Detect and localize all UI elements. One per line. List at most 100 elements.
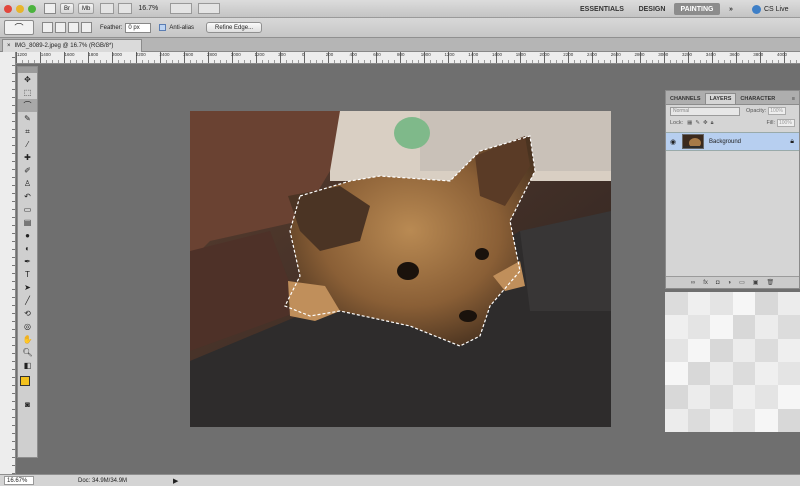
path-selection-tool-icon[interactable]: ➤	[18, 281, 37, 294]
hand-tool-icon[interactable]	[118, 3, 133, 14]
tool-preset-picker[interactable]: ⌒	[4, 20, 34, 35]
status-menu-arrow-icon[interactable]: ▶	[173, 477, 178, 485]
refine-edge-button[interactable]: Refine Edge...	[206, 22, 263, 33]
ruler-mark: 1600	[492, 52, 503, 57]
close-tab-icon[interactable]: ×	[7, 43, 11, 49]
fill-input[interactable]: 100%	[777, 119, 795, 127]
screen-mode-icon[interactable]	[198, 3, 221, 14]
history-brush-tool-icon[interactable]: ↶	[18, 190, 37, 203]
tab-channels[interactable]: CHANNELS	[666, 94, 705, 104]
ruler-mark: 800	[397, 52, 405, 57]
layer-style-icon[interactable]: fx	[703, 280, 708, 286]
gradient-tool-icon[interactable]: ▤	[18, 216, 37, 229]
workspace-essentials[interactable]: ESSENTIALS	[574, 3, 630, 15]
blur-cell	[777, 292, 800, 316]
blur-cell	[755, 338, 778, 362]
more-workspaces-icon[interactable]: »	[724, 3, 738, 15]
options-bar: ⌒ Feather: 0 px Anti-alias Refine Edge..…	[0, 18, 800, 38]
lasso-tool-icon[interactable]: ⌒	[18, 99, 37, 112]
new-layer-icon[interactable]: ▣	[753, 279, 759, 286]
3d-orbit-tool-icon[interactable]: ◎	[18, 320, 37, 333]
zoom-tool-icon[interactable]: 🔍︎	[18, 346, 37, 359]
quick-mask-icon[interactable]: ◙	[18, 398, 37, 411]
cs-live-menu[interactable]: CS Live	[752, 3, 789, 15]
foreground-color-swatch[interactable]	[20, 376, 30, 386]
eyedropper-tool-icon[interactable]: ⁄	[18, 138, 37, 151]
feather-input[interactable]: 0 px	[125, 22, 152, 33]
document-tab-bar: × IMG_8089-2.jpeg @ 16.7% (RGB/8*)	[0, 38, 800, 52]
ruler-mark: 2200	[563, 52, 574, 57]
ruler-mark: 200	[325, 52, 334, 57]
blend-row: Normal Opacity: 100%	[666, 105, 799, 117]
arrange-documents-icon[interactable]	[170, 3, 193, 14]
blur-cell	[732, 385, 755, 409]
blur-cell	[732, 338, 755, 362]
opacity-input[interactable]: 100%	[768, 107, 787, 115]
horizontal-ruler[interactable]: 1200 1400 1600 1800 2000 2200 2400 2600 2800 3000…	[16, 52, 800, 64]
blur-cell	[687, 385, 710, 409]
blur-cell	[710, 385, 733, 409]
pen-tool-icon[interactable]: ✒	[18, 255, 37, 268]
brush-tool-icon[interactable]: ✐	[18, 164, 37, 177]
ruler-mark: 1600	[64, 52, 75, 57]
quick-selection-tool-icon[interactable]: ✎	[18, 112, 37, 125]
zoom-window-button[interactable]	[28, 4, 36, 13]
status-zoom-field[interactable]: 16.67%	[4, 476, 34, 485]
adjustment-layer-icon[interactable]: ◑	[727, 280, 731, 286]
move-tool-icon[interactable]: ✥	[18, 73, 37, 86]
ruler-mark: 1800	[515, 52, 526, 57]
document-tab[interactable]: × IMG_8089-2.jpeg @ 16.7% (RGB/8*)	[2, 39, 142, 52]
ruler-marks: 1200 1400 1600 1800 2000 2200 2400 2600 2800 3000…	[16, 52, 800, 60]
workspace-design[interactable]: DESIGN	[634, 3, 670, 15]
antialias-checkbox[interactable]	[159, 24, 167, 31]
panel-menu-icon[interactable]: ≡	[788, 94, 799, 104]
vertical-ruler[interactable]	[0, 52, 16, 474]
lock-image-icon[interactable]: ✎	[695, 120, 700, 126]
blend-mode-select[interactable]: Normal	[670, 106, 740, 116]
zoom-level-dropdown[interactable]: 16.7%	[138, 5, 158, 12]
lasso-icon: ⌒	[14, 23, 24, 33]
default-colors-icon[interactable]: ◧	[18, 359, 37, 372]
clone-stamp-tool-icon[interactable]: ♙	[18, 177, 37, 190]
link-layers-icon[interactable]: ∞	[691, 280, 695, 286]
blur-tool-icon[interactable]: ●	[18, 229, 37, 242]
ps-launcher-icon[interactable]	[44, 3, 56, 14]
new-selection-icon[interactable]	[42, 22, 53, 33]
intersect-selection-icon[interactable]	[81, 22, 92, 33]
cs-live-label: CS Live	[764, 5, 789, 13]
subtract-selection-icon[interactable]	[68, 22, 79, 33]
group-icon[interactable]: ▭	[739, 279, 745, 286]
eraser-tool-icon[interactable]: ▭	[18, 203, 37, 216]
layer-row-background[interactable]: ◉ Background 🔒︎	[666, 132, 799, 151]
tab-layers[interactable]: LAYERS	[704, 93, 737, 104]
bridge-button[interactable]: Br	[60, 3, 74, 14]
lock-all-icon[interactable]: 🔒︎	[711, 120, 714, 127]
layer-mask-icon[interactable]: ◘	[716, 280, 720, 286]
workspace-painting[interactable]: PAINTING	[674, 3, 720, 15]
minimize-window-button[interactable]	[16, 4, 24, 13]
blur-cell	[665, 292, 688, 316]
crop-tool-icon[interactable]: ⌗	[18, 125, 37, 138]
dodge-tool-icon[interactable]: ◐	[18, 242, 37, 255]
tab-character[interactable]: CHARACTER	[736, 94, 779, 104]
3d-rotate-tool-icon[interactable]: ⟲	[18, 307, 37, 320]
type-tool-icon[interactable]: T	[18, 268, 37, 281]
close-window-button[interactable]	[4, 4, 12, 13]
lock-transparent-icon[interactable]: ▦	[687, 120, 692, 126]
visibility-eye-icon[interactable]: ◉	[666, 138, 680, 146]
ruler-mark: 1200	[254, 52, 265, 57]
shape-tool-icon[interactable]: ╱	[18, 294, 37, 307]
view-extras-icon[interactable]	[100, 3, 115, 14]
healing-brush-tool-icon[interactable]: ✚	[18, 151, 37, 164]
ruler-mark: 1400	[468, 52, 479, 57]
marquee-tool-icon[interactable]: ⬚	[18, 86, 37, 99]
hand-tool-icon[interactable]: ✋	[18, 333, 37, 346]
blur-cell	[777, 408, 800, 432]
application-bar: Br Mb 16.7% ESSENTIALS DESIGN PAINTING »…	[0, 0, 800, 18]
add-selection-icon[interactable]	[55, 22, 66, 33]
blur-cell	[687, 408, 710, 432]
document-canvas[interactable]	[190, 111, 611, 427]
mini-bridge-button[interactable]: Mb	[78, 3, 95, 14]
delete-layer-icon[interactable]: 🗑︎	[766, 279, 774, 286]
lock-position-icon[interactable]: ✥	[703, 120, 708, 126]
